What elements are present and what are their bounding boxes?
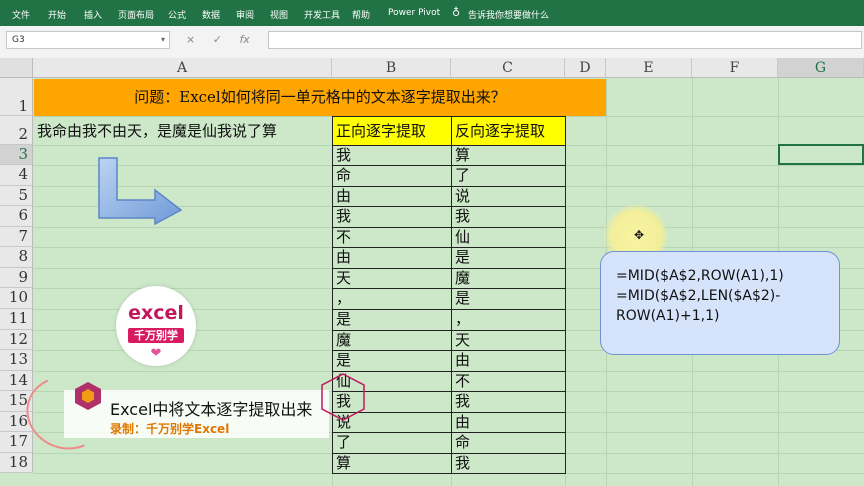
row-header-12[interactable]: 12 — [0, 330, 33, 350]
source-text-cell-a2[interactable]: 我命由我不由天，是魔是仙我说了算 — [37, 120, 277, 141]
table-cell-b[interactable]: 算 — [332, 453, 452, 474]
table-cell-c[interactable]: 算 — [451, 145, 566, 166]
column-header-e[interactable]: E — [606, 58, 692, 78]
cancel-icon[interactable]: × — [186, 33, 195, 46]
table-cell-c[interactable]: 命 — [451, 432, 566, 454]
name-box-value: G3 — [12, 35, 25, 45]
header-cell-c2[interactable]: 反向逐字提取 — [451, 116, 566, 146]
row-header-1[interactable]: 1 — [0, 78, 33, 116]
tab-insert[interactable]: 插入 — [84, 8, 102, 21]
row-header-17[interactable]: 17 — [0, 432, 33, 453]
tab-file[interactable]: 文件 — [12, 8, 30, 21]
hexagon-badge-icon — [75, 382, 101, 410]
table-cell-b[interactable]: 魔 — [332, 330, 452, 351]
ribbon-tab-bar: 文件 开始 插入 页面布局 公式 数据 审阅 视图 开发工具 帮助 Power … — [0, 0, 864, 26]
table-cell-b[interactable]: 我 — [332, 206, 452, 228]
logo-tag: 千万别学 — [128, 328, 184, 343]
bent-arrow-icon — [98, 157, 183, 226]
table-cell-c[interactable]: 说 — [451, 186, 566, 207]
table-cell-b[interactable]: 是 — [332, 309, 452, 331]
row-header-2[interactable]: 2 — [0, 116, 33, 145]
tell-me-search[interactable]: 告诉我你想要做什么 — [468, 8, 549, 21]
table-cell-b[interactable]: 我 — [332, 145, 452, 166]
tab-home[interactable]: 开始 — [48, 8, 66, 21]
tab-help[interactable]: 帮助 — [352, 8, 370, 21]
row-header-4[interactable]: 4 — [0, 165, 33, 186]
column-header-f[interactable]: F — [692, 58, 778, 78]
channel-logo: excel 千万别学 ❤ — [116, 286, 196, 366]
table-cell-b[interactable]: 由 — [332, 186, 452, 207]
fx-icon[interactable]: fx — [239, 33, 249, 46]
column-header-c[interactable]: C — [451, 58, 565, 78]
table-cell-b[interactable]: 天 — [332, 268, 452, 289]
table-cell-c[interactable]: 是 — [451, 288, 566, 310]
table-cell-c[interactable]: 不 — [451, 371, 566, 392]
table-cell-b[interactable]: 由 — [332, 247, 452, 269]
row-header-9[interactable]: 9 — [0, 268, 33, 288]
tab-page-layout[interactable]: 页面布局 — [118, 8, 154, 21]
banner-title: Excel中将文本逐字提取出来 — [110, 400, 313, 419]
table-cell-c[interactable]: 是 — [451, 247, 566, 269]
row-header-10[interactable]: 10 — [0, 288, 33, 309]
row-header-18[interactable]: 18 — [0, 453, 33, 473]
column-header-g[interactable]: G — [778, 58, 864, 78]
caption-banner: Excel中将文本逐字提取出来 录制：千万别学Excel — [64, 390, 329, 438]
hexagon-outline-icon — [321, 373, 365, 421]
check-icon[interactable]: ✓ — [213, 33, 222, 46]
column-header-a[interactable]: A — [33, 58, 332, 78]
row-header-11[interactable]: 11 — [0, 309, 33, 330]
formula-bar: G3 ▾ × ✓ fx — [0, 26, 864, 59]
row-header-14[interactable]: 14 — [0, 371, 33, 391]
logo-word: excel — [128, 302, 184, 324]
table-cell-c[interactable]: 我 — [451, 453, 566, 474]
header-cell-b2[interactable]: 正向逐字提取 — [332, 116, 452, 146]
column-header-d[interactable]: D — [565, 58, 606, 78]
formula-note-box: =MID($A$2,ROW(A1),1) =MID($A$2,LEN($A$2)… — [600, 251, 840, 355]
table-cell-c[interactable]: 仙 — [451, 227, 566, 248]
row-header-5[interactable]: 5 — [0, 186, 33, 206]
chevron-down-icon[interactable]: ▾ — [161, 35, 165, 44]
row-header-3[interactable]: 3 — [0, 145, 33, 165]
lightbulb-icon: ♁ — [452, 6, 461, 19]
tab-developer[interactable]: 开发工具 — [304, 8, 340, 21]
table-cell-c[interactable]: 由 — [451, 412, 566, 433]
table-cell-c[interactable]: 天 — [451, 330, 566, 351]
table-cell-c[interactable]: 我 — [451, 391, 566, 413]
formula-line: ROW(A1)+1,1) — [616, 308, 720, 324]
table-cell-b[interactable]: 了 — [332, 432, 452, 454]
table-cell-c[interactable]: 我 — [451, 206, 566, 228]
cursor-crosshair-icon: ✥ — [634, 228, 645, 242]
row-header-13[interactable]: 13 — [0, 350, 33, 371]
name-box[interactable]: G3 ▾ — [6, 31, 170, 49]
heart-icon: ❤ — [150, 346, 162, 361]
row-header-6[interactable]: 6 — [0, 206, 33, 227]
tab-power-pivot[interactable]: Power Pivot — [388, 8, 440, 18]
formula-line: =MID($A$2,ROW(A1),1) — [616, 268, 784, 284]
table-cell-c[interactable]: 由 — [451, 350, 566, 372]
select-all-corner[interactable] — [0, 58, 33, 78]
formula-line: =MID($A$2,LEN($A$2)- — [616, 288, 781, 304]
tab-data[interactable]: 数据 — [202, 8, 220, 21]
title-cell-a1[interactable]: 问题：Excel如何将同一单元格中的文本逐字提取出来？ — [34, 79, 606, 116]
formula-input[interactable] — [268, 31, 862, 49]
row-header-8[interactable]: 8 — [0, 247, 33, 268]
tab-view[interactable]: 视图 — [270, 8, 288, 21]
table-cell-b[interactable]: 是 — [332, 350, 452, 372]
tab-formulas[interactable]: 公式 — [168, 8, 186, 21]
table-cell-c[interactable]: 魔 — [451, 268, 566, 289]
banner-subtitle: 录制：千万别学Excel — [110, 422, 230, 436]
formula-buttons: × ✓ fx — [186, 33, 264, 46]
table-cell-b[interactable]: ， — [332, 288, 452, 310]
table-cell-c[interactable]: ， — [451, 309, 566, 331]
table-cell-b[interactable]: 命 — [332, 165, 452, 187]
column-header-b[interactable]: B — [332, 58, 451, 78]
tab-review[interactable]: 审阅 — [236, 8, 254, 21]
table-cell-c[interactable]: 了 — [451, 165, 566, 187]
selected-cell-g3[interactable] — [778, 144, 864, 165]
row-header-7[interactable]: 7 — [0, 227, 33, 247]
table-cell-b[interactable]: 不 — [332, 227, 452, 248]
